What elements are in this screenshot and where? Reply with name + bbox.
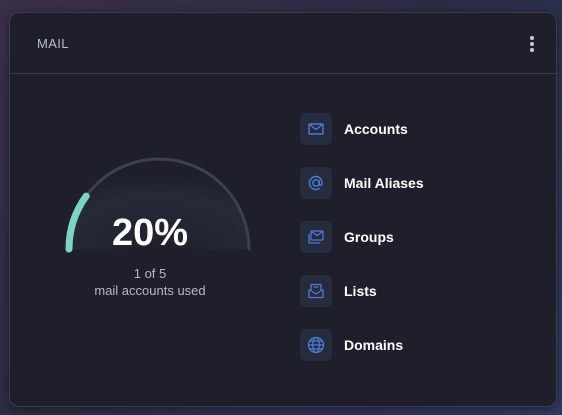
globe-icon bbox=[300, 329, 332, 361]
menu-item-accounts[interactable]: Accounts bbox=[300, 112, 520, 146]
usage-caption: 1 of 5 mail accounts used bbox=[60, 265, 240, 299]
usage-count: 1 of 5 bbox=[133, 266, 167, 281]
more-vertical-icon[interactable] bbox=[526, 34, 538, 54]
menu-item-label: Groups bbox=[344, 229, 394, 245]
menu-item-label: Lists bbox=[344, 283, 377, 299]
card-title: MAIL bbox=[37, 36, 69, 51]
gauge-svg bbox=[65, 157, 251, 253]
menu-item-domains[interactable]: Domains bbox=[300, 328, 520, 362]
usage-gauge bbox=[54, 140, 254, 280]
menu-item-label: Domains bbox=[344, 337, 404, 353]
menu-item-label: Accounts bbox=[344, 121, 408, 137]
usage-description: mail accounts used bbox=[94, 283, 206, 298]
envelope-icon bbox=[300, 113, 332, 145]
mail-list-icon bbox=[300, 275, 332, 307]
usage-percent: 20% bbox=[111, 212, 189, 254]
card-header: MAIL bbox=[10, 13, 556, 74]
at-sign-icon bbox=[300, 167, 332, 199]
menu-item-groups[interactable]: Groups bbox=[300, 220, 520, 254]
menu-item-lists[interactable]: Lists bbox=[300, 274, 520, 308]
menu-item-label: Mail Aliases bbox=[344, 175, 424, 191]
menu-item-mail-aliases[interactable]: Mail Aliases bbox=[300, 166, 520, 200]
envelopes-icon bbox=[300, 221, 332, 253]
